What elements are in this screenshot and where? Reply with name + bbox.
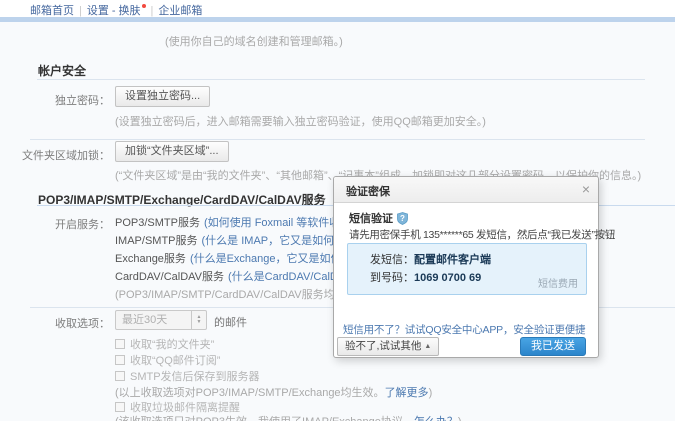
service-name: CardDAV/CalDAV服务 (115, 271, 224, 283)
sms-title-text: 短信验证 (349, 213, 393, 225)
spinner-icon: ▲ ▼ (191, 311, 206, 329)
checkbox-icon[interactable] (115, 339, 125, 349)
set-independent-password-button[interactable]: 设置独立密码... (115, 86, 210, 107)
row-divider (30, 139, 645, 140)
dash-separator: - (112, 5, 116, 17)
note-text: (该收取选项只对POP3生效。我使用了IMAP/Exchange协议， (115, 416, 414, 421)
spin-down-icon: ▼ (197, 320, 202, 325)
separator: | (79, 5, 82, 17)
link-settings[interactable]: 设置 (87, 5, 109, 17)
send-sms-value: 配置邮件客户端 (414, 254, 491, 266)
dialog-title: 验证密保 (346, 183, 390, 199)
verify-security-dialog: 验证密保 × 短信验证? 请先用密保手机 135******65 发短信，然后点… (333, 176, 599, 358)
shield-question-icon: ? (397, 212, 408, 225)
top-links: 邮箱首页 | 设置-换肤 | 企业邮箱 (30, 2, 202, 18)
send-sms-label: 发短信： (370, 254, 414, 266)
independent-password-note: (设置独立密码后，进入邮箱需要输入独立密码验证，使用QQ邮箱更加安全。) (115, 113, 486, 129)
domain-mail-note: (使用你自己的域名创建和管理邮箱。) (165, 33, 343, 49)
sms-instruction-text: 请先用密保手机 135******65 发短信，然后点“我已发送”按钮 (349, 227, 615, 242)
service-name: Exchange服务 (115, 253, 186, 265)
to-number-label: 到号码： (370, 272, 414, 284)
link-enterprise-mail[interactable]: 企业邮箱 (158, 5, 202, 17)
close-icon[interactable]: × (582, 180, 590, 198)
mail-settings-page: 邮箱首页|设置-换肤|企业邮箱 (使用你自己的域名创建和管理邮箱。) 帐户安全 … (0, 0, 675, 421)
checkbox-icon[interactable] (115, 402, 125, 412)
new-badge-dot (142, 4, 146, 8)
checkbox-label: SMTP发信后保存到服务器 (130, 368, 260, 384)
receive-range-value: 最近30天 (116, 311, 191, 329)
checkbox-icon[interactable] (115, 355, 125, 365)
sms-content-line: 发短信：配置邮件客户端 (370, 251, 491, 267)
service-name: IMAP/SMTP服务 (115, 235, 198, 247)
sms-verification-title: 短信验证? (349, 210, 408, 226)
top-bar: 邮箱首页 | 设置-换肤 | 企业邮箱 (0, 0, 675, 17)
receive-range-suffix: 的邮件 (214, 314, 247, 330)
learn-more-link[interactable]: 了解更多 (385, 387, 429, 399)
note-text: (以上收取选项对POP3/IMAP/SMTP/Exchange均生效。 (115, 387, 385, 399)
independent-password-label: 独立密码： (0, 92, 110, 108)
pop3-only-note: (该收取选项只对POP3生效。我使用了IMAP/Exchange协议，怎么办？) (115, 413, 462, 421)
link-change-skin[interactable]: 换肤 (119, 5, 141, 17)
try-other-method-button[interactable]: 验不了,试试其他▲ (337, 337, 439, 356)
checkbox-icon[interactable] (115, 371, 125, 381)
qq-security-app-link[interactable]: 短信用不了？试试QQ安全中心APP，安全验证更便捷 (343, 322, 585, 337)
arrow-up-icon: ▲ (424, 343, 431, 350)
note-text: ) (429, 387, 433, 399)
sms-number-line: 到号码：1069 0700 69 (370, 269, 481, 285)
section-title-account-security: 帐户安全 (38, 62, 86, 79)
lock-folder-area-button[interactable]: 加锁“文件夹区域”... (115, 141, 229, 162)
sms-info-box: 发短信：配置邮件客户端 到号码：1069 0700 69 短信费用 (347, 243, 587, 295)
folder-lock-label: 文件夹区域加锁： (0, 147, 110, 163)
sms-sent-button[interactable]: 我已发送 (520, 337, 586, 356)
separator: | (151, 5, 154, 17)
dialog-header: 验证密保 × (334, 177, 598, 203)
checkbox-row-my-folders[interactable]: 收取“我的文件夹” (115, 336, 214, 352)
checkbox-label: 收取“我的文件夹” (130, 336, 214, 352)
receive-options-note: (以上收取选项对POP3/IMAP/SMTP/Exchange均生效。了解更多) (115, 384, 432, 400)
receive-options-label: 收取选项： (0, 315, 110, 331)
sms-fee-link[interactable]: 短信费用 (538, 275, 578, 290)
to-number-value: 1069 0700 69 (414, 272, 481, 284)
checkbox-row-smtp-save[interactable]: SMTP发信后保存到服务器 (115, 368, 260, 384)
what-to-do-link[interactable]: 怎么办？ (414, 416, 458, 421)
svg-text:?: ? (400, 214, 405, 223)
checkbox-label: 收取“QQ邮件订阅” (130, 352, 220, 368)
link-mail-home[interactable]: 邮箱首页 (30, 5, 74, 17)
receive-range-select[interactable]: 最近30天 ▲ ▼ (115, 310, 207, 330)
enable-services-label: 开启服务： (0, 216, 110, 232)
section-underline (37, 79, 645, 80)
try-other-label: 验不了,试试其他 (345, 340, 421, 352)
note-text: ) (458, 416, 462, 421)
checkbox-row-qq-subscription[interactable]: 收取“QQ邮件订阅” (115, 352, 220, 368)
service-name: POP3/SMTP服务 (115, 217, 200, 229)
